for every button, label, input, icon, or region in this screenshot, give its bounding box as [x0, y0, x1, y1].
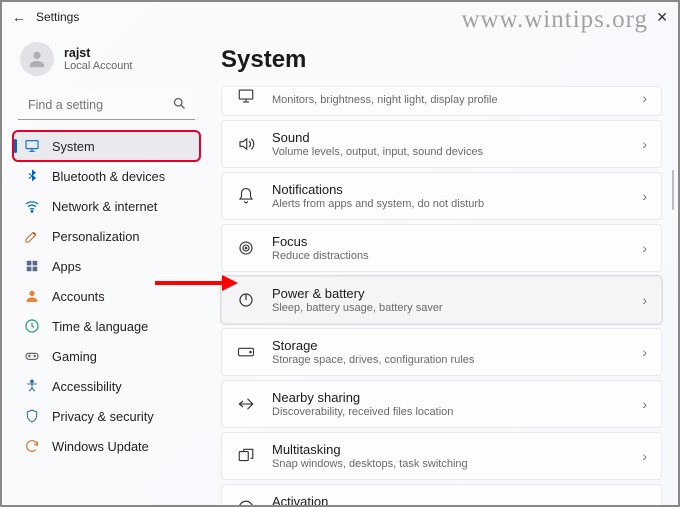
card-subtitle: Alerts from apps and system, do not dist… [272, 198, 626, 210]
settings-list: DisplayMonitors, brightness, night light… [207, 86, 664, 505]
sidebar-item-network[interactable]: Network & internet [14, 192, 199, 220]
window-title: Settings [36, 10, 79, 24]
card-title: Sound [272, 130, 626, 146]
card-notifications[interactable]: NotificationsAlerts from apps and system… [221, 172, 662, 220]
sidebar-item-accessibility[interactable]: Accessibility [14, 372, 199, 400]
display-icon [236, 86, 256, 106]
power-icon [236, 290, 256, 310]
chevron-right-icon: › [642, 396, 647, 412]
sidebar-item-label: System [52, 139, 95, 154]
sidebar-item-label: Personalization [52, 229, 140, 244]
nearby-icon [236, 394, 256, 414]
search-box[interactable] [18, 90, 195, 120]
sidebar-item-apps[interactable]: Apps [14, 252, 199, 280]
card-sound[interactable]: SoundVolume levels, output, input, sound… [221, 120, 662, 168]
accounts-icon [24, 288, 40, 304]
sidebar-item-label: Gaming [52, 349, 97, 364]
multitasking-icon [236, 446, 256, 466]
card-focus[interactable]: FocusReduce distractions › [221, 224, 662, 272]
privacy-icon [24, 408, 40, 424]
time-icon [24, 318, 40, 334]
main-panel: System DisplayMonitors, brightness, nigh… [207, 32, 678, 505]
card-subtitle: Sleep, battery usage, battery saver [272, 302, 626, 314]
chevron-right-icon: › [642, 240, 647, 256]
sidebar-item-system[interactable]: System [14, 132, 199, 160]
gaming-icon [24, 348, 40, 364]
search-icon [172, 96, 187, 116]
activation-icon [236, 498, 256, 505]
sidebar-item-label: Windows Update [52, 439, 149, 454]
card-title: Notifications [272, 182, 626, 198]
chevron-right-icon: › [642, 188, 647, 204]
card-title: Focus [272, 234, 626, 250]
sidebar-item-label: Accounts [52, 289, 105, 304]
sidebar-item-update[interactable]: Windows Update [14, 432, 199, 460]
chevron-right-icon: › [642, 500, 647, 505]
card-multitasking[interactable]: MultitaskingSnap windows, desktops, task… [221, 432, 662, 480]
bluetooth-icon [24, 168, 40, 184]
chevron-right-icon: › [642, 344, 647, 360]
card-subtitle: Volume levels, output, input, sound devi… [272, 146, 626, 158]
chevron-right-icon: › [642, 292, 647, 308]
apps-icon [24, 258, 40, 274]
chevron-right-icon: › [642, 136, 647, 152]
user-block[interactable]: rajst Local Account [14, 38, 199, 90]
card-display[interactable]: DisplayMonitors, brightness, night light… [221, 86, 662, 116]
sidebar-item-gaming[interactable]: Gaming [14, 342, 199, 370]
sidebar-item-label: Apps [52, 259, 81, 274]
sidebar-item-label: Accessibility [52, 379, 122, 394]
user-name: rajst [64, 46, 133, 60]
sidebar: rajst Local Account System Bluetooth & de… [2, 32, 207, 505]
sidebar-item-personalization[interactable]: Personalization [14, 222, 199, 250]
back-button[interactable]: ← [12, 9, 26, 25]
person-icon [26, 48, 48, 70]
sidebar-item-bluetooth[interactable]: Bluetooth & devices [14, 162, 199, 190]
nav: System Bluetooth & devices Network & inter… [14, 132, 199, 460]
card-subtitle: Reduce distractions [272, 250, 626, 262]
accessibility-icon [24, 378, 40, 394]
card-title: Nearby sharing [272, 390, 626, 406]
card-nearby[interactable]: Nearby sharingDiscoverability, received … [221, 380, 662, 428]
avatar [20, 42, 54, 76]
sidebar-item-label: Privacy & security [52, 409, 154, 424]
sound-icon [236, 134, 256, 154]
focus-icon [236, 238, 256, 258]
notifications-icon [236, 186, 256, 206]
card-activation[interactable]: ActivationActivation state, subscription… [221, 484, 662, 505]
card-subtitle: Monitors, brightness, night light, displ… [272, 94, 626, 106]
card-title: Storage [272, 338, 626, 354]
update-icon [24, 438, 40, 454]
card-title: Multitasking [272, 442, 626, 458]
storage-icon [236, 342, 256, 362]
card-title: Activation [272, 494, 626, 505]
scrollbar-thumb[interactable] [672, 170, 674, 210]
sidebar-item-time[interactable]: Time & language [14, 312, 199, 340]
card-power[interactable]: Power & batterySleep, battery usage, bat… [221, 276, 662, 324]
chevron-right-icon: › [642, 448, 647, 464]
close-button[interactable]: ✕ [656, 9, 668, 26]
card-title: Power & battery [272, 286, 626, 302]
network-icon [24, 198, 40, 214]
card-storage[interactable]: StorageStorage space, drives, configurat… [221, 328, 662, 376]
card-subtitle: Discoverability, received files location [272, 406, 626, 418]
sidebar-item-label: Time & language [52, 319, 148, 334]
search-input[interactable] [18, 90, 195, 120]
card-subtitle: Storage space, drives, configuration rul… [272, 354, 626, 366]
page-title: System [207, 32, 664, 86]
chevron-right-icon: › [642, 90, 647, 106]
sidebar-item-label: Network & internet [52, 199, 157, 214]
title-bar: ← Settings ✕ [2, 2, 678, 32]
system-icon [24, 138, 40, 154]
user-sub: Local Account [64, 60, 133, 72]
card-subtitle: Snap windows, desktops, task switching [272, 458, 626, 470]
personalization-icon [24, 228, 40, 244]
sidebar-item-privacy[interactable]: Privacy & security [14, 402, 199, 430]
sidebar-item-label: Bluetooth & devices [52, 169, 165, 184]
sidebar-item-accounts[interactable]: Accounts [14, 282, 199, 310]
